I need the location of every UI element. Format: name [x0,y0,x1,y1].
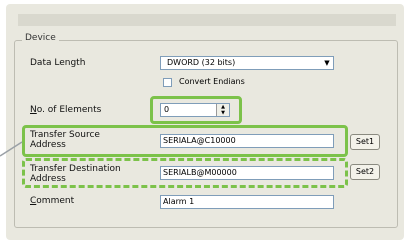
set2-button[interactable]: Set2 [350,164,380,180]
highlight-transfer-source [22,125,348,157]
highlight-no-of-elements [150,96,242,124]
comment-input[interactable]: Alarm 1 [160,195,334,209]
comment-label-rest: omment [36,196,75,206]
no-of-elements-label: No. of Elements [30,105,101,115]
top-band [18,14,396,26]
no-of-elements-label-rest: o. of Elements [36,105,102,115]
set1-button[interactable]: Set1 [350,134,380,150]
group-title: Device [22,33,59,43]
highlight-connector-line [0,141,23,157]
convert-endians-checkbox[interactable] [163,78,172,87]
chevron-down-icon[interactable]: ▼ [323,59,331,67]
data-length-value: DWORD (32 bits) [167,58,236,67]
data-length-select[interactable]: DWORD (32 bits) ▼ [160,56,334,70]
comment-label: Comment [30,196,74,206]
data-length-label: Data Length [30,58,86,68]
highlight-transfer-destination [22,158,348,188]
convert-endians-label: Convert Endians [179,77,245,86]
no-of-elements-mnemonic: N [30,105,37,115]
